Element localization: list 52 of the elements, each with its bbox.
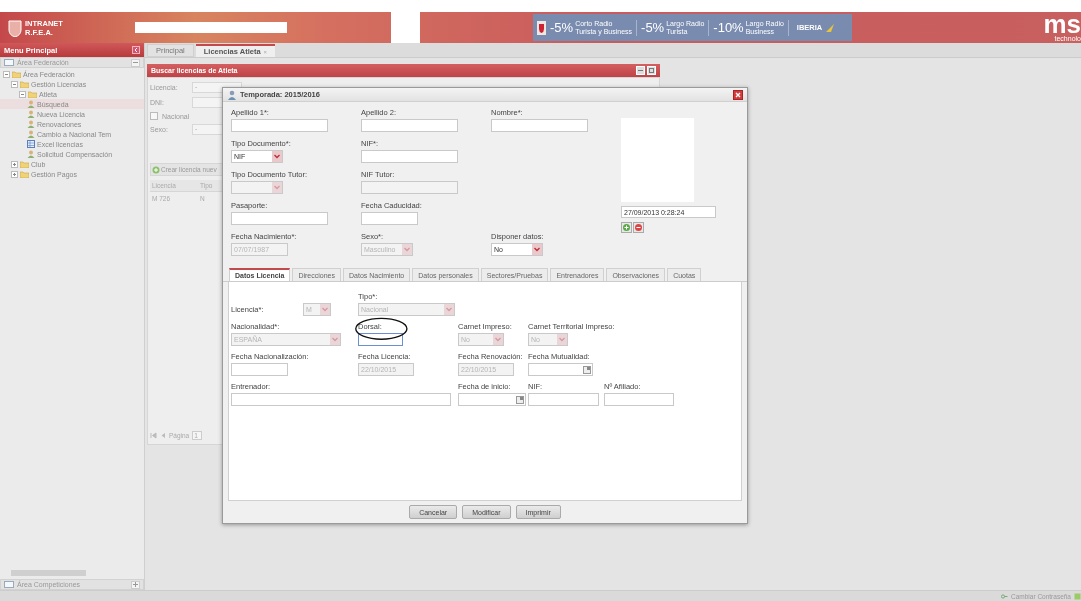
add-button[interactable] [621, 222, 632, 233]
collapse-icon[interactable] [11, 80, 18, 88]
expand-icon[interactable] [11, 170, 18, 178]
text-field[interactable] [361, 119, 458, 132]
exit-icon[interactable] [1074, 592, 1081, 600]
date-field[interactable] [528, 363, 593, 376]
date-field[interactable] [458, 393, 526, 406]
wing-icon [826, 23, 835, 32]
panel-icon [4, 581, 14, 588]
caret-icon[interactable] [272, 151, 282, 162]
text-field[interactable] [361, 212, 418, 225]
text-field[interactable] [361, 150, 458, 163]
emblem-icon [8, 18, 22, 37]
panel-icon [4, 59, 14, 66]
key-icon [1001, 592, 1008, 600]
expand-icon[interactable] [131, 580, 140, 589]
text-field[interactable] [231, 212, 328, 225]
collapse-icon[interactable] [19, 90, 26, 98]
discount-text: -10% [713, 20, 744, 35]
spreadsheet-icon [27, 140, 35, 148]
text-field[interactable] [604, 393, 674, 406]
person-icon [27, 110, 35, 118]
user-icon [227, 89, 237, 100]
person-icon [27, 100, 35, 108]
collapse-icon[interactable] [3, 70, 10, 78]
minimize-icon[interactable] [636, 66, 645, 75]
add-icon [152, 165, 160, 174]
blank-panel [391, 12, 420, 43]
first-page-icon[interactable] [150, 432, 157, 439]
brand-logo: ms [1043, 13, 1081, 35]
text-field[interactable] [231, 363, 288, 376]
calendar-icon[interactable] [583, 365, 591, 374]
person-icon [27, 120, 35, 128]
remove-button[interactable] [633, 222, 644, 233]
text-field[interactable] [231, 393, 451, 406]
calendar-icon[interactable] [516, 395, 524, 404]
checkbox[interactable] [150, 112, 158, 120]
previous-page-icon[interactable] [160, 432, 166, 439]
close-button[interactable] [733, 89, 743, 100]
discount-text: -5% [641, 20, 665, 35]
text-field[interactable] [358, 333, 403, 346]
discount-text: -5% [550, 20, 574, 35]
collapse-icon[interactable] [131, 58, 140, 67]
expand-icon[interactable] [11, 160, 18, 168]
caret-icon[interactable] [532, 244, 542, 255]
person-icon [27, 150, 35, 158]
text-field[interactable] [231, 119, 328, 132]
maximize-icon[interactable] [647, 66, 656, 75]
person-icon [27, 130, 35, 138]
emblem-icon [537, 20, 546, 35]
text-field[interactable] [491, 119, 588, 132]
text-field[interactable] [528, 393, 599, 406]
